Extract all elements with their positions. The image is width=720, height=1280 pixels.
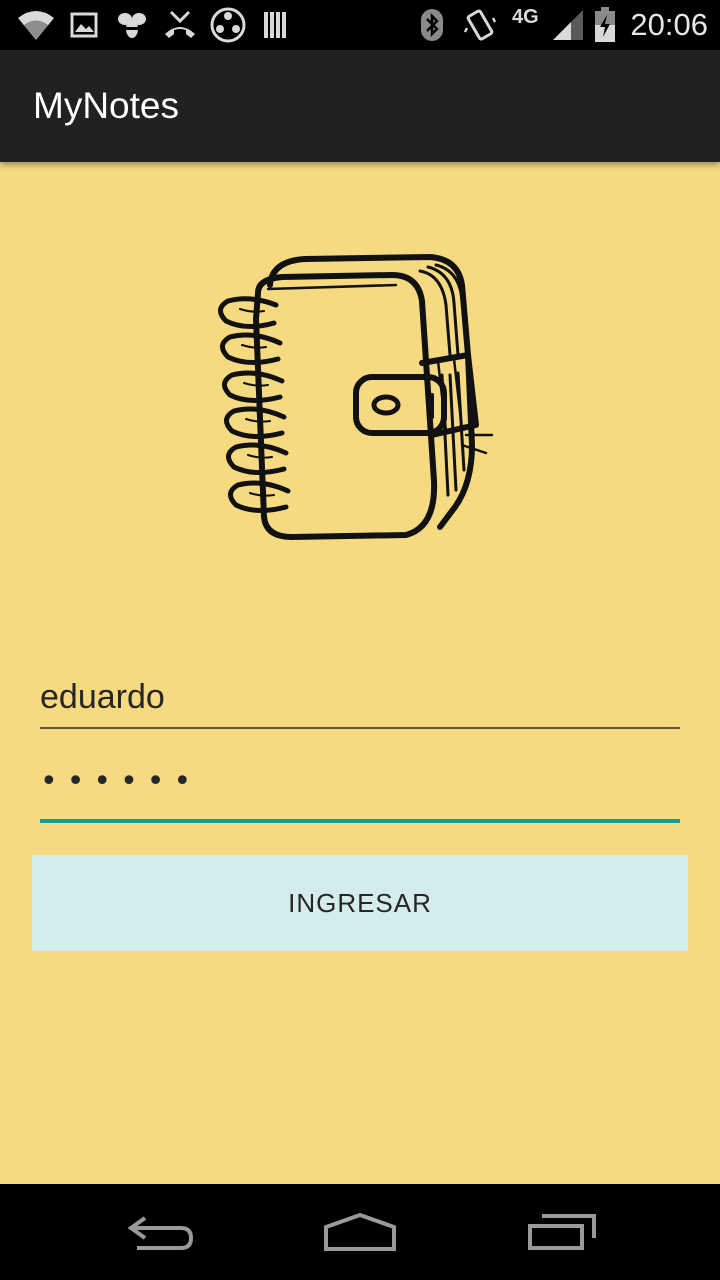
storage-icon (262, 0, 290, 50)
wifi-icon (14, 0, 58, 50)
app-title: MyNotes (33, 85, 179, 126)
login-screen: 4G 20:06 MyNotes eduardo •••••• INGRESAR (0, 0, 720, 1280)
missed-call-icon (162, 0, 198, 50)
bee-icon (114, 0, 150, 50)
navigation-bar (0, 1184, 720, 1280)
username-field[interactable]: eduardo (40, 672, 680, 729)
network-type-label: 4G (512, 6, 539, 28)
bluetooth-icon (418, 0, 446, 50)
username-value: eduardo (40, 678, 165, 716)
media-icon (208, 0, 248, 50)
status-time: 20:06 (630, 7, 708, 42)
battery-icon (592, 0, 618, 50)
action-bar: MyNotes (0, 50, 720, 162)
home-icon[interactable] (290, 1184, 430, 1280)
back-icon[interactable] (90, 1184, 230, 1280)
vibrate-icon (462, 0, 498, 50)
status-bar: 4G 20:06 (0, 0, 720, 50)
recents-icon[interactable] (492, 1184, 632, 1280)
image-icon (68, 0, 100, 50)
notebook-icon (210, 245, 510, 555)
login-button[interactable]: INGRESAR (32, 855, 688, 951)
password-value: •••••• (40, 764, 201, 799)
signal-icon (550, 0, 586, 50)
password-field[interactable]: •••••• (40, 760, 680, 823)
